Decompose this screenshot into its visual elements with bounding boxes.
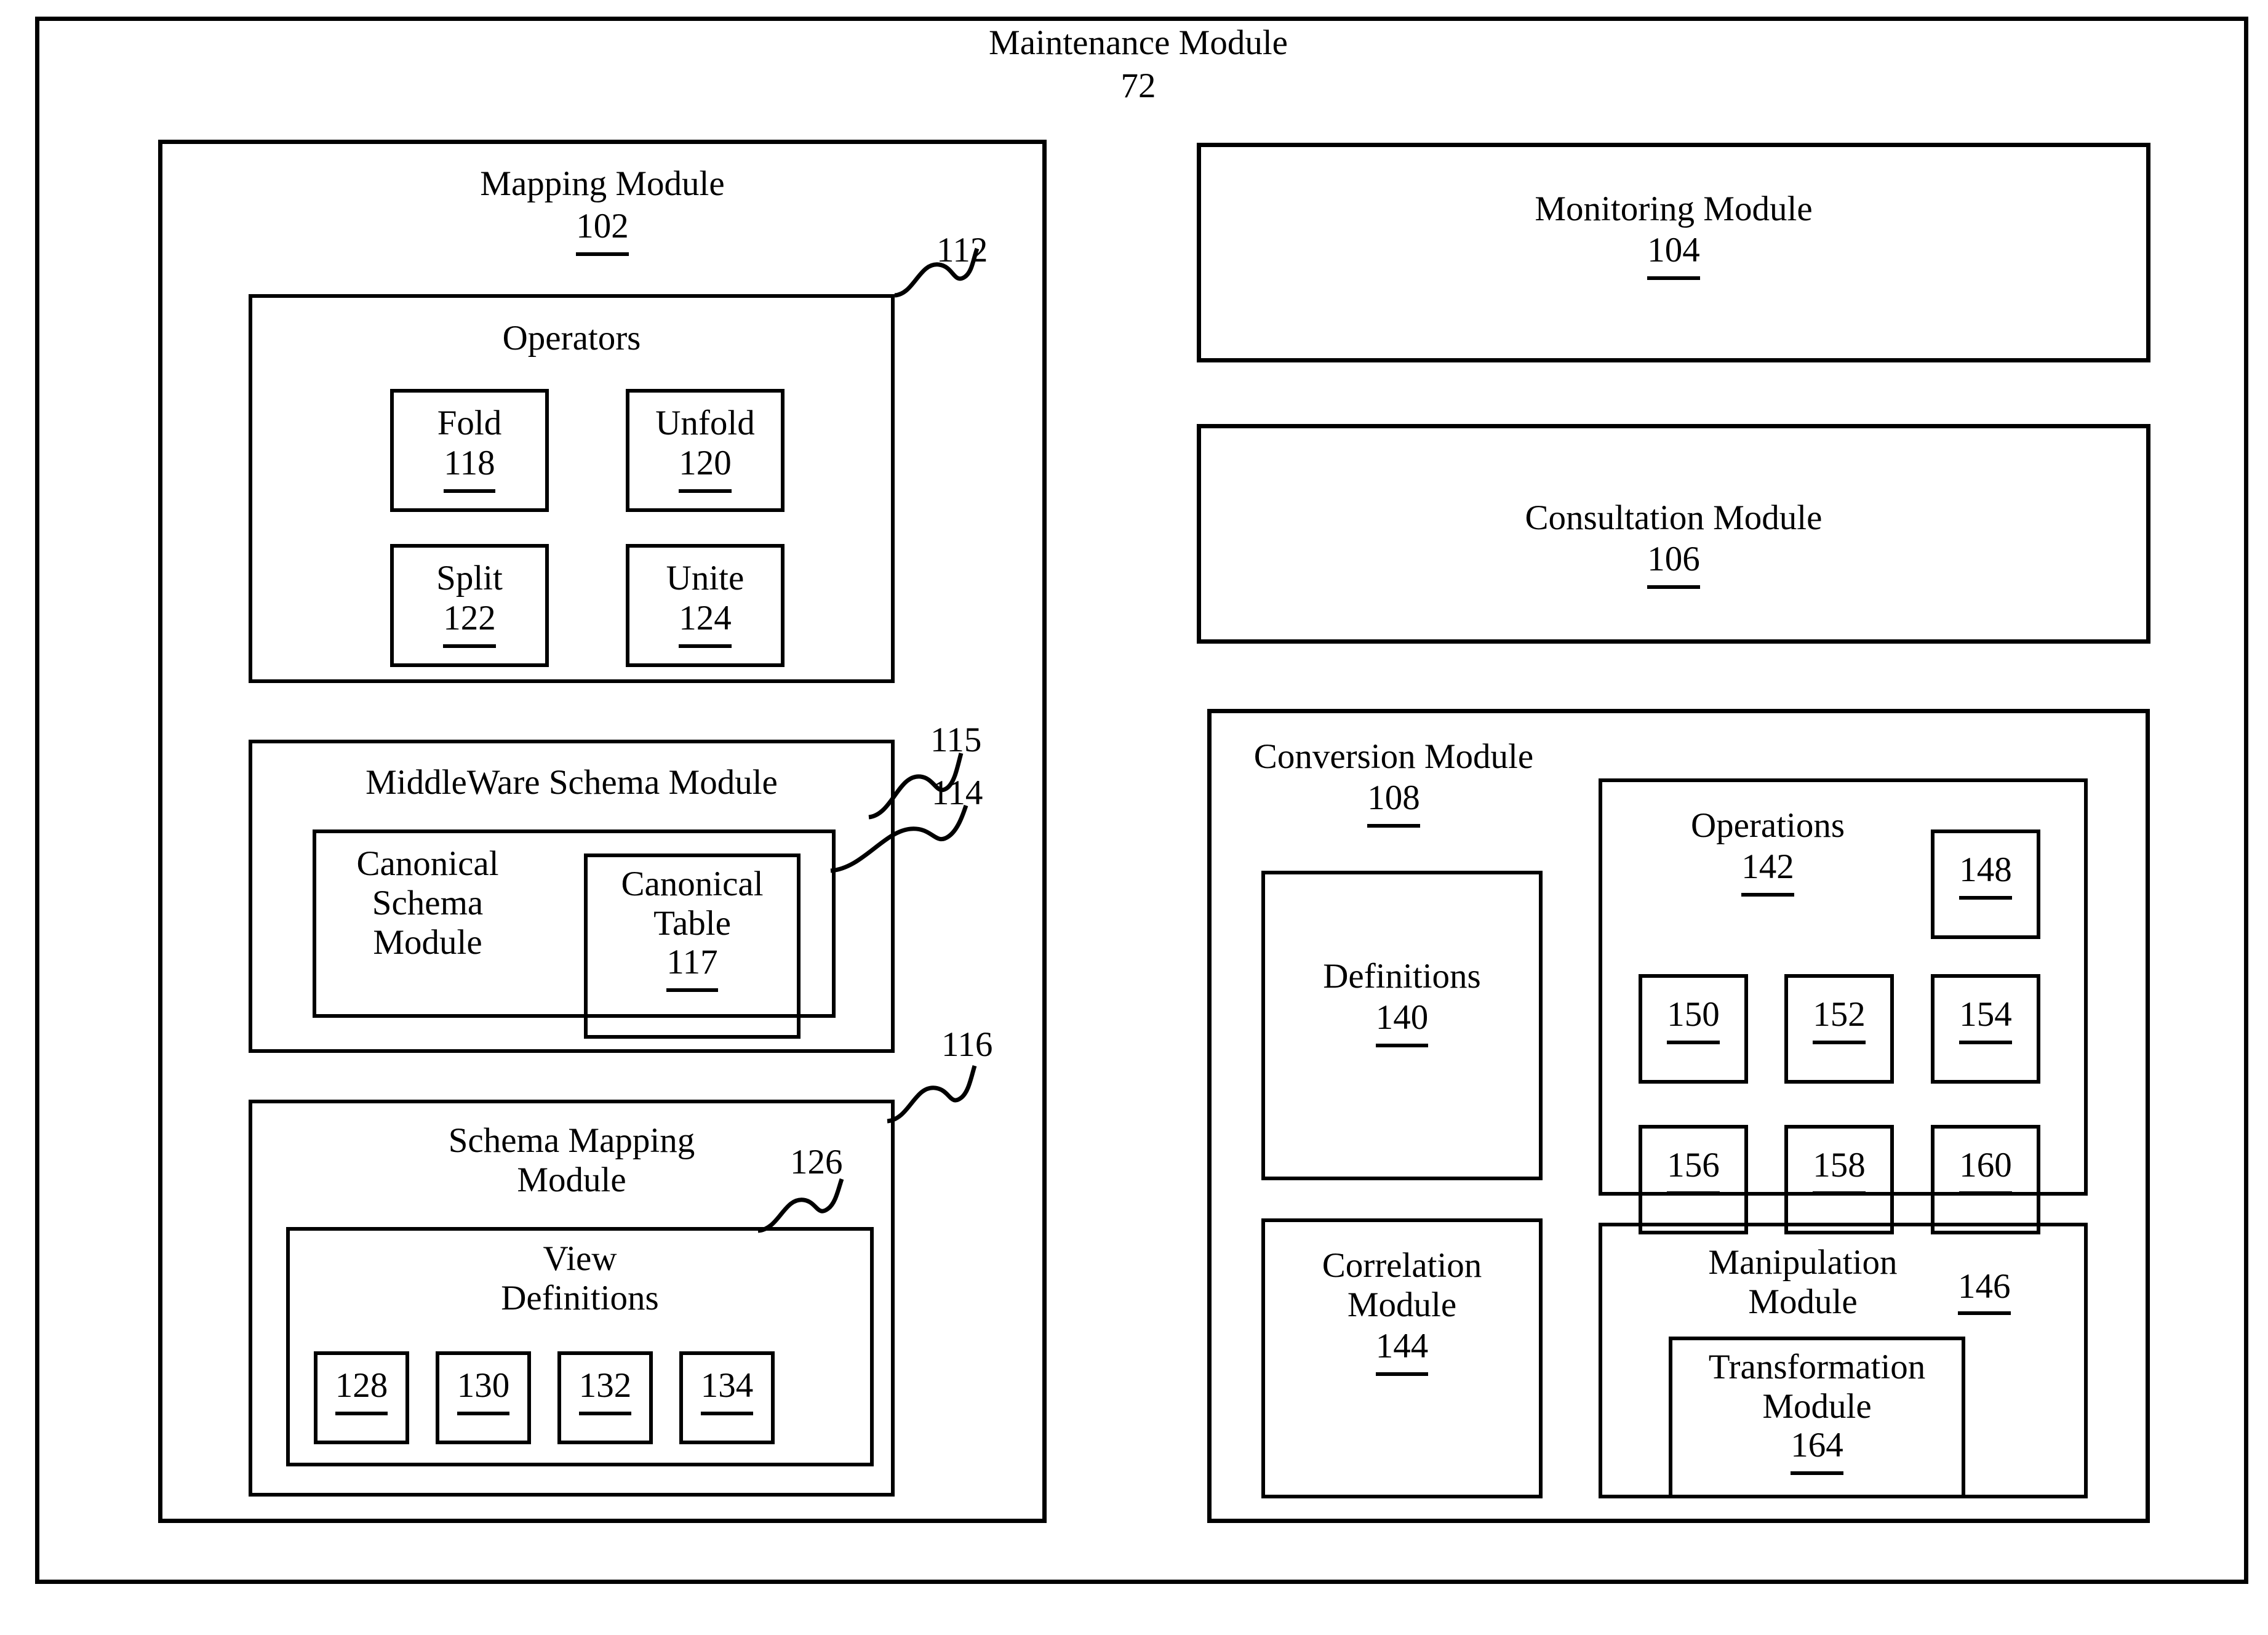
operation-item-label-152: 152: [1784, 997, 1894, 1044]
operator-split-label: Split 122: [390, 559, 549, 648]
ref-112: 112: [936, 231, 988, 270]
patent-figure: Maintenance Module 72 Mapping Module 102…: [0, 0, 2268, 1635]
maintenance-module-title-text: Maintenance Module: [989, 23, 1288, 62]
correlation-module-ref: 144: [1375, 1329, 1429, 1376]
operation-item-label-156: 156: [1639, 1148, 1748, 1195]
operation-ref-156: 156: [1667, 1148, 1720, 1195]
ref-146: 146: [1958, 1269, 2011, 1315]
view-definition-ref-134: 134: [700, 1368, 754, 1415]
operators-title-text: Operators: [502, 319, 641, 358]
operation-item-label-158: 158: [1784, 1148, 1894, 1195]
operator-fold-ref: 118: [444, 446, 495, 493]
maintenance-module-ref: 72: [1120, 66, 1156, 105]
canonical-table-line1: Canonical: [621, 865, 764, 903]
manipulation-module-line2: Module: [1748, 1282, 1858, 1321]
correlation-module-line2: Module: [1347, 1285, 1457, 1324]
canonical-schema-module-title: Canonical Schema Module: [326, 844, 529, 962]
canonical-table-ref: 117: [666, 945, 718, 992]
operator-unite-label: Unite 124: [626, 559, 785, 648]
definitions-title-text: Definitions: [1323, 957, 1481, 996]
transformation-module-ref: 164: [1791, 1428, 1843, 1475]
operations-title-text: Operations: [1690, 806, 1845, 845]
conversion-module-title: Conversion Module 108: [1228, 737, 1560, 828]
monitoring-module-title: Monitoring Module 104: [1197, 190, 2150, 280]
operator-unite-ref: 124: [679, 601, 732, 648]
view-definition-item-label: 128: [314, 1368, 409, 1415]
canonical-schema-module-line3: Module: [373, 922, 482, 962]
consultation-module-title-text: Consultation Module: [1525, 498, 1823, 537]
definitions-label: Definitions 140: [1261, 957, 1543, 1047]
canonical-schema-module-line1: Canonical: [356, 844, 499, 883]
operators-title: Operators: [249, 319, 895, 358]
view-definitions-line1: View: [543, 1239, 617, 1278]
ref-115: 115: [930, 721, 982, 759]
operator-fold-label: Fold 118: [390, 404, 549, 493]
maintenance-module-title: Maintenance Module 72: [886, 23, 1391, 106]
operation-ref-160: 160: [1959, 1148, 2012, 1195]
mapping-module-ref: 102: [576, 209, 629, 256]
transformation-module-line1: Transformation: [1708, 1348, 1926, 1386]
ref-116: 116: [941, 1025, 993, 1064]
operations-ref: 142: [1741, 849, 1794, 897]
middleware-schema-module-title: MiddleWare Schema Module: [249, 763, 895, 802]
operator-unite-title: Unite: [666, 559, 745, 598]
canonical-table-label: Canonical Table 117: [584, 865, 801, 992]
manipulation-module-label: Manipulation Module: [1612, 1243, 1994, 1322]
operation-ref-150: 150: [1667, 997, 1720, 1044]
view-definition-item-label: 134: [679, 1368, 775, 1415]
operator-split-ref: 122: [443, 601, 496, 648]
monitoring-module-ref: 104: [1647, 233, 1700, 280]
ref-114: 114: [932, 774, 983, 812]
operation-ref-154: 154: [1959, 997, 2012, 1044]
consultation-module-ref: 106: [1647, 542, 1700, 589]
view-definition-ref-130: 130: [457, 1368, 510, 1415]
operator-split-title: Split: [436, 559, 503, 598]
consultation-module-title: Consultation Module 106: [1197, 498, 2150, 589]
view-definition-item-label: 130: [436, 1368, 531, 1415]
correlation-module-line1: Correlation: [1322, 1246, 1482, 1285]
correlation-module-label: Correlation Module 144: [1261, 1246, 1543, 1376]
operator-unfold-ref: 120: [679, 446, 732, 493]
mapping-module-title-text: Mapping Module: [480, 164, 725, 203]
definitions-ref: 140: [1375, 1000, 1429, 1047]
operation-ref-158: 158: [1813, 1148, 1866, 1195]
operator-unfold-label: Unfold 120: [626, 404, 785, 493]
canonical-table-line2: Table: [653, 903, 731, 943]
ref-126: 126: [790, 1143, 843, 1181]
transformation-module-line2: Module: [1762, 1386, 1872, 1426]
conversion-module-ref: 108: [1367, 780, 1420, 828]
view-definition-ref-128: 128: [335, 1368, 388, 1415]
middleware-schema-module-title-text: MiddleWare Schema Module: [365, 763, 778, 802]
operator-unfold-title: Unfold: [655, 404, 755, 442]
operations-title: Operations 142: [1605, 806, 1931, 897]
manipulation-module-line1: Manipulation: [1708, 1243, 1898, 1282]
operation-item-label-154: 154: [1931, 997, 2040, 1044]
view-definition-item-label: 132: [557, 1368, 653, 1415]
view-definitions-title: View Definitions: [286, 1239, 874, 1318]
monitoring-module-title-text: Monitoring Module: [1535, 190, 1813, 228]
mapping-module-title: Mapping Module 102: [344, 164, 861, 256]
transformation-module-label: Transformation Module 164: [1669, 1348, 1965, 1475]
conversion-module-title-text: Conversion Module: [1253, 737, 1534, 776]
canonical-schema-module-line2: Schema: [372, 883, 484, 922]
view-definitions-line2: Definitions: [501, 1278, 659, 1317]
operator-fold-title: Fold: [437, 404, 502, 442]
operation-item-label-160: 160: [1931, 1148, 2040, 1195]
operation-item-label-150: 150: [1639, 997, 1748, 1044]
view-definition-ref-132: 132: [578, 1368, 632, 1415]
operation-item-label-148: 148: [1931, 852, 2040, 900]
operation-ref-148: 148: [1959, 852, 2012, 900]
operation-ref-152: 152: [1813, 997, 1866, 1044]
